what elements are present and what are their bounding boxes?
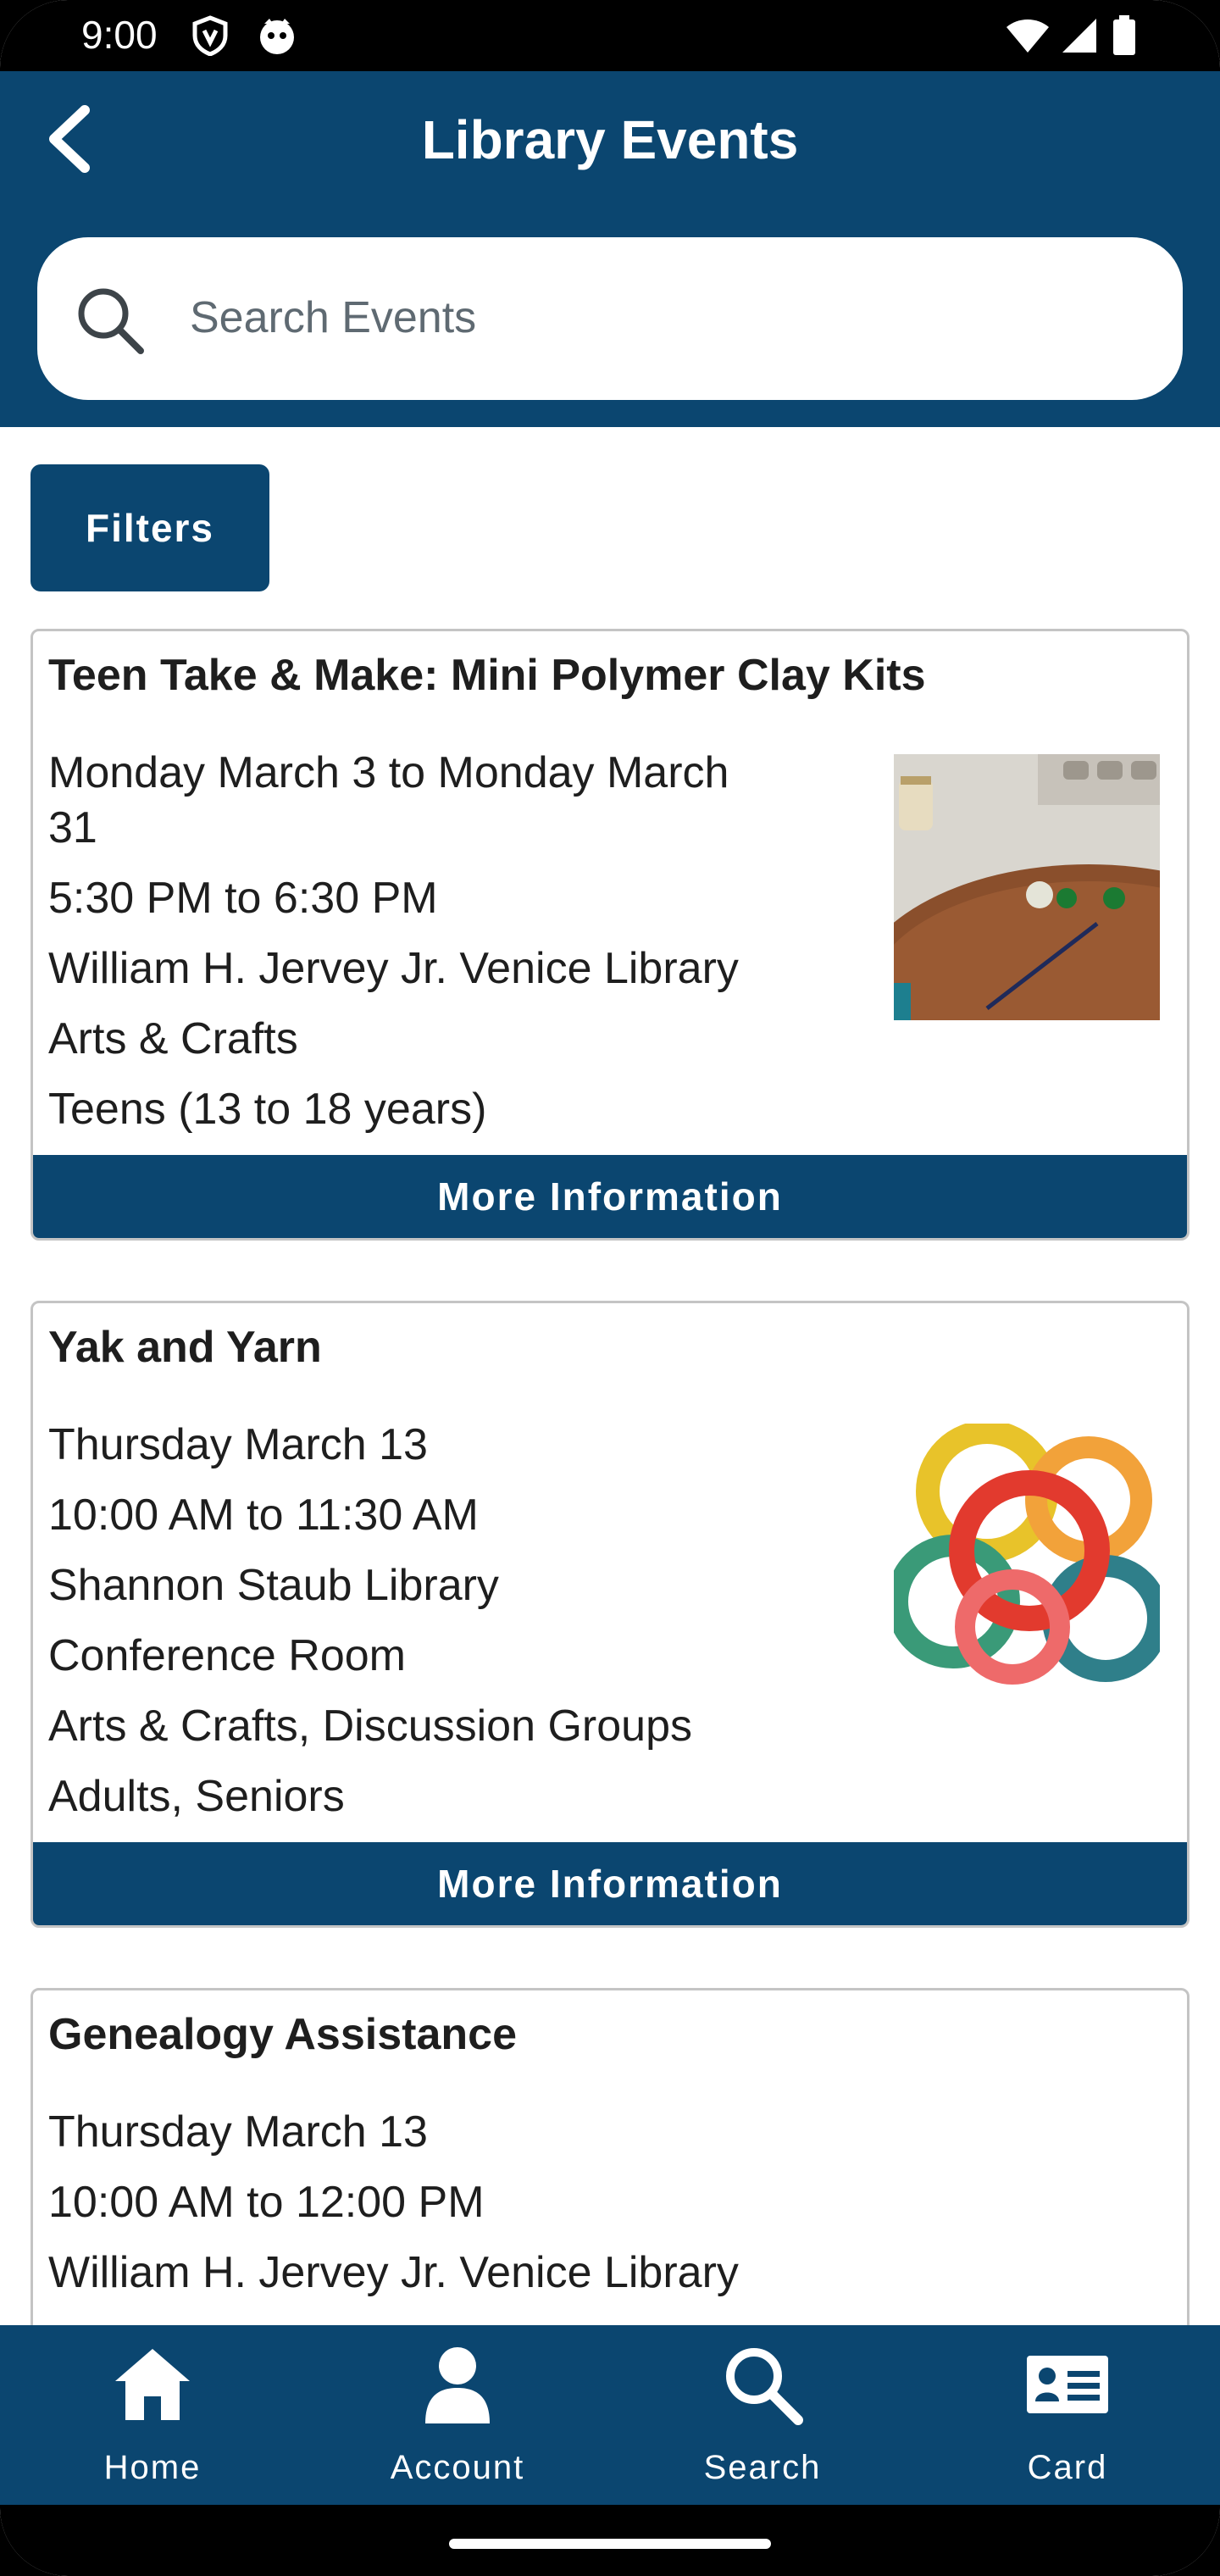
search-bar[interactable] [37,237,1183,400]
event-time: 10:00 AM to 12:00 PM [48,2178,485,2227]
more-information-button[interactable]: More Information [33,1155,1187,1238]
more-information-button[interactable]: More Information [33,1842,1187,1925]
event-category: Arts & Crafts, Discussion Groups [48,1702,692,1751]
bottom-navigation: Home Account Search Card [0,2325,1220,2505]
event-location: William H. Jervey Jr. Venice Library [48,2248,739,2297]
event-title: Genealogy Assistance [48,2010,517,2059]
page-title: Library Events [421,109,799,170]
home-icon [115,2349,190,2420]
nav-card-label: Card [1027,2449,1108,2486]
search-icon [726,2348,803,2425]
nav-account-label: Account [390,2449,525,2486]
nav-search-label: Search [703,2449,822,2486]
event-time: 5:30 PM to 6:30 PM [48,874,438,923]
event-title: Teen Take & Make: Mini Polymer Clay Kits [48,651,926,700]
search-input[interactable] [190,271,1122,364]
event-location: Shannon Staub Library [48,1561,499,1610]
status-bar: 9:00 [0,0,1220,71]
nav-home-label: Home [103,2449,202,2486]
event-location: William H. Jervey Jr. Venice Library [48,944,739,993]
wifi-icon [1006,19,1049,53]
gesture-navigation-bar [0,2505,1220,2576]
event-date: Thursday March 13 [48,2107,428,2157]
event-date-continued: 31 [48,803,97,852]
event-audience: Teens (13 to 18 years) [48,1085,487,1134]
nav-search[interactable]: Search [610,2325,915,2505]
nav-card[interactable]: Card [915,2325,1220,2505]
event-date: Thursday March 13 [48,1420,428,1469]
event-thumbnail-clay [894,754,1160,1020]
nav-home[interactable]: Home [0,2325,305,2505]
event-date: Monday March 3 to Monday March [48,748,729,797]
home-gesture-handle[interactable] [449,2539,771,2549]
signal-icon [1062,19,1096,53]
event-thumbnail-yarn [894,1424,1160,1690]
nav-account[interactable]: Account [305,2325,610,2505]
event-card[interactable]: Genealogy Assistance Thursday March 13 1… [30,1988,1190,2378]
filters-button[interactable]: Filters [30,464,269,591]
shield-icon [192,15,228,56]
search-icon [78,288,144,354]
event-card[interactable]: Yak and Yarn Thursday March 13 10:00 AM … [30,1301,1190,1928]
card-icon [1027,2356,1108,2413]
app-bar: Library Events [0,71,1220,427]
notification-app-icon [260,19,294,54]
status-time: 9:00 [81,13,158,57]
event-room: Conference Room [48,1631,406,1680]
event-category: Arts & Crafts [48,1014,298,1063]
event-card[interactable]: Teen Take & Make: Mini Polymer Clay Kits… [30,629,1190,1241]
event-time: 10:00 AM to 11:30 AM [48,1491,479,1540]
app-screen: 9:00 Library Events Search Events Filter… [0,0,1220,2576]
account-icon [425,2347,490,2423]
event-audience: Adults, Seniors [48,1772,345,1821]
battery-icon [1113,15,1135,55]
event-title: Yak and Yarn [48,1323,322,1372]
